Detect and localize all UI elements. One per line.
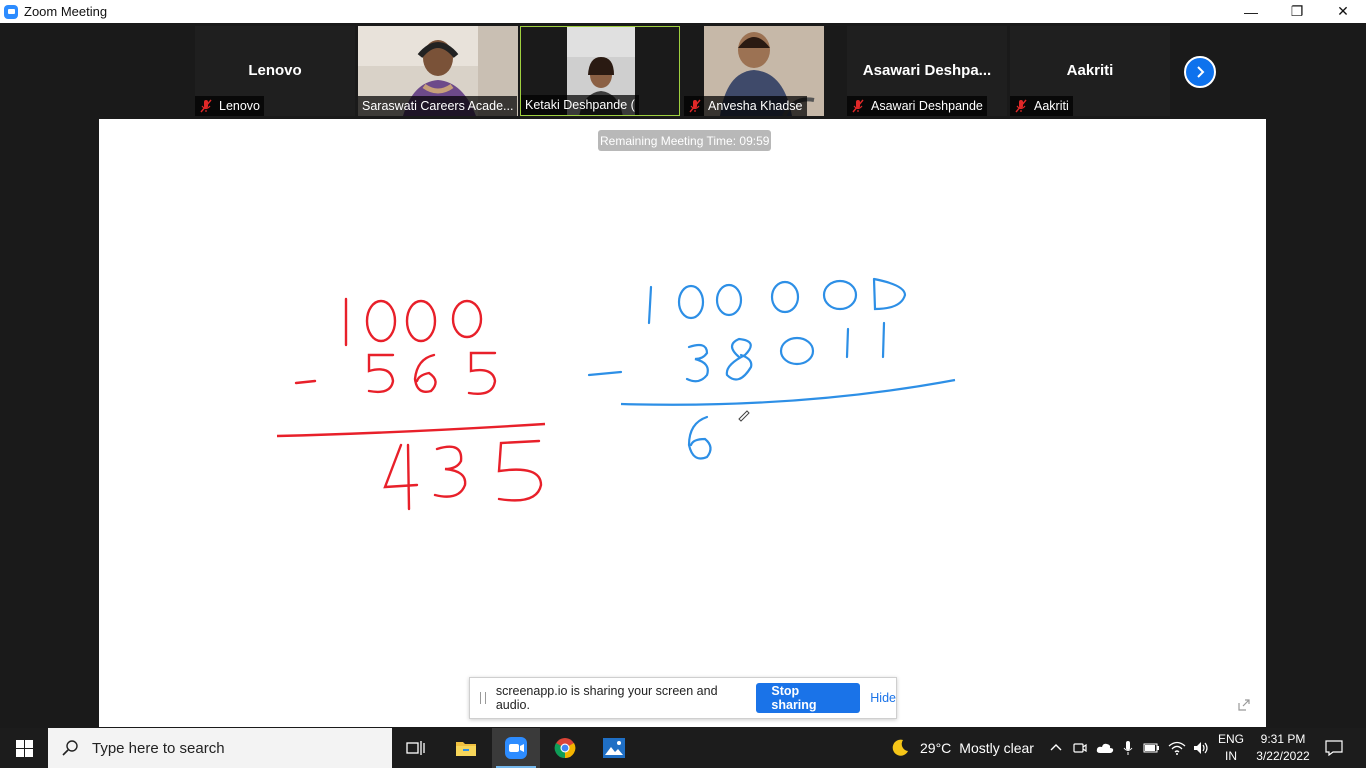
mic-muted-icon bbox=[689, 99, 701, 113]
clock-date: 3/22/2022 bbox=[1256, 749, 1310, 763]
wifi-icon[interactable] bbox=[1168, 740, 1186, 756]
close-button[interactable]: ✕ bbox=[1320, 0, 1366, 23]
whiteboard-drawing bbox=[276, 277, 956, 511]
minimize-button[interactable]: — bbox=[1228, 0, 1274, 23]
participant-gallery: Lenovo Lenovo Saraswati Careers Acade... bbox=[0, 23, 1366, 119]
blue-sum-line bbox=[620, 378, 956, 406]
zoom-taskbar-button[interactable] bbox=[492, 728, 540, 768]
photos-icon bbox=[603, 738, 625, 758]
participant-display-name: Asawari Deshpa... bbox=[862, 62, 992, 79]
blue-digit-6 bbox=[687, 415, 712, 460]
chevron-up-icon[interactable] bbox=[1048, 740, 1064, 756]
blue-digits-minus-38011 bbox=[587, 321, 886, 383]
notification-icon bbox=[1325, 740, 1343, 756]
battery-icon[interactable] bbox=[1142, 740, 1160, 756]
participant-tile-lenovo[interactable]: Lenovo Lenovo bbox=[195, 26, 355, 116]
clock-time: 9:31 PM bbox=[1260, 732, 1306, 746]
participant-tile-ketaki[interactable]: Ketaki Deshpande ( bbox=[520, 26, 680, 116]
taskbar-search-box[interactable]: Type here to search bbox=[48, 728, 392, 768]
participant-tile-asawari[interactable]: Asawari Deshpa... Asawari Deshpande bbox=[847, 26, 1007, 116]
onedrive-cloud-icon[interactable] bbox=[1096, 740, 1114, 756]
screen-share-notification: screenapp.io is sharing your screen and … bbox=[469, 677, 897, 719]
red-digits-minus-565 bbox=[294, 351, 497, 395]
participant-name-text: Saraswati Careers Acade... bbox=[362, 99, 514, 113]
search-icon bbox=[62, 740, 78, 756]
mic-muted-icon bbox=[1015, 99, 1027, 113]
chevron-right-icon bbox=[1197, 66, 1205, 78]
zoom-icon bbox=[505, 737, 527, 759]
blue-digits-100000 bbox=[647, 277, 907, 325]
photos-taskbar-button[interactable] bbox=[590, 728, 638, 768]
weather-widget[interactable]: 29°C Mostly clear bbox=[890, 728, 1034, 768]
input-language-indicator[interactable]: ENG IN bbox=[1216, 731, 1246, 765]
language-region: IN bbox=[1225, 749, 1237, 763]
red-digits-1000 bbox=[344, 297, 483, 347]
shared-whiteboard[interactable] bbox=[99, 119, 1266, 727]
system-tray bbox=[1048, 728, 1210, 768]
participant-tile-saraswati[interactable]: Saraswati Careers Acade... bbox=[358, 26, 518, 116]
windows-taskbar: Type here to search 29°C Mostly clear EN… bbox=[0, 728, 1366, 768]
search-placeholder: Type here to search bbox=[92, 739, 225, 757]
restore-button[interactable]: ❐ bbox=[1274, 0, 1320, 23]
participant-name-label: Asawari Deshpande bbox=[847, 96, 987, 116]
participant-display-name: Lenovo bbox=[248, 62, 302, 79]
red-sum-line bbox=[276, 422, 546, 438]
file-explorer-button[interactable] bbox=[442, 728, 490, 768]
zoom-app-icon bbox=[4, 4, 18, 19]
weather-condition: Mostly clear bbox=[959, 740, 1034, 756]
chrome-icon bbox=[554, 738, 576, 759]
moon-icon bbox=[892, 739, 908, 756]
participant-name-label: Ketaki Deshpande ( bbox=[521, 95, 639, 115]
red-digits-435 bbox=[383, 439, 543, 511]
participant-name-text: Aakriti bbox=[1034, 99, 1069, 113]
participant-name-text: Lenovo bbox=[219, 99, 261, 113]
hide-button[interactable]: Hide bbox=[870, 691, 896, 705]
next-page-button[interactable] bbox=[1184, 56, 1216, 88]
participant-display-name: Aakriti bbox=[1066, 62, 1114, 79]
participant-name-label: Lenovo bbox=[195, 96, 265, 116]
pen-cursor-icon bbox=[738, 410, 750, 422]
volume-icon[interactable] bbox=[1192, 740, 1210, 756]
start-button[interactable] bbox=[0, 728, 48, 768]
drag-handle-icon[interactable] bbox=[480, 692, 486, 704]
notifications-button[interactable] bbox=[1310, 728, 1358, 768]
taskbar-clock[interactable]: 9:31 PM 3/22/2022 bbox=[1248, 731, 1318, 765]
task-view-button[interactable] bbox=[392, 728, 440, 768]
title-bar: Zoom Meeting — ❐ ✕ bbox=[0, 0, 1366, 23]
remaining-time-badge: Remaining Meeting Time: 09:59 bbox=[598, 130, 772, 151]
file-explorer-icon bbox=[456, 742, 476, 756]
participant-name-text: Ketaki Deshpande ( bbox=[525, 98, 635, 112]
share-message: screenapp.io is sharing your screen and … bbox=[495, 684, 718, 712]
microphone-icon[interactable] bbox=[1122, 740, 1134, 756]
participant-name-label: Aakriti bbox=[1010, 96, 1073, 116]
participant-name-text: Asawari Deshpande bbox=[871, 99, 983, 113]
mic-muted-icon bbox=[200, 99, 212, 113]
window-title: Zoom Meeting bbox=[24, 4, 108, 19]
participant-name-label: Saraswati Careers Acade... bbox=[358, 96, 518, 116]
chrome-taskbar-button[interactable] bbox=[541, 728, 589, 768]
participant-tile-aakriti[interactable]: Aakriti Aakriti bbox=[1010, 26, 1170, 116]
windows-logo-icon bbox=[15, 739, 33, 757]
participant-tile-anvesha[interactable]: Anvesha Khadse bbox=[684, 26, 844, 116]
popout-icon[interactable] bbox=[1237, 698, 1251, 712]
participant-name-text: Anvesha Khadse bbox=[708, 99, 803, 113]
mic-muted-icon bbox=[852, 99, 864, 113]
stop-sharing-button[interactable]: Stop sharing bbox=[756, 683, 861, 713]
weather-temp: 29°C bbox=[920, 740, 952, 756]
participant-name-label: Anvesha Khadse bbox=[684, 96, 807, 116]
task-view-icon bbox=[406, 741, 425, 755]
meet-now-icon[interactable] bbox=[1072, 740, 1088, 756]
language-code: ENG bbox=[1217, 732, 1244, 746]
